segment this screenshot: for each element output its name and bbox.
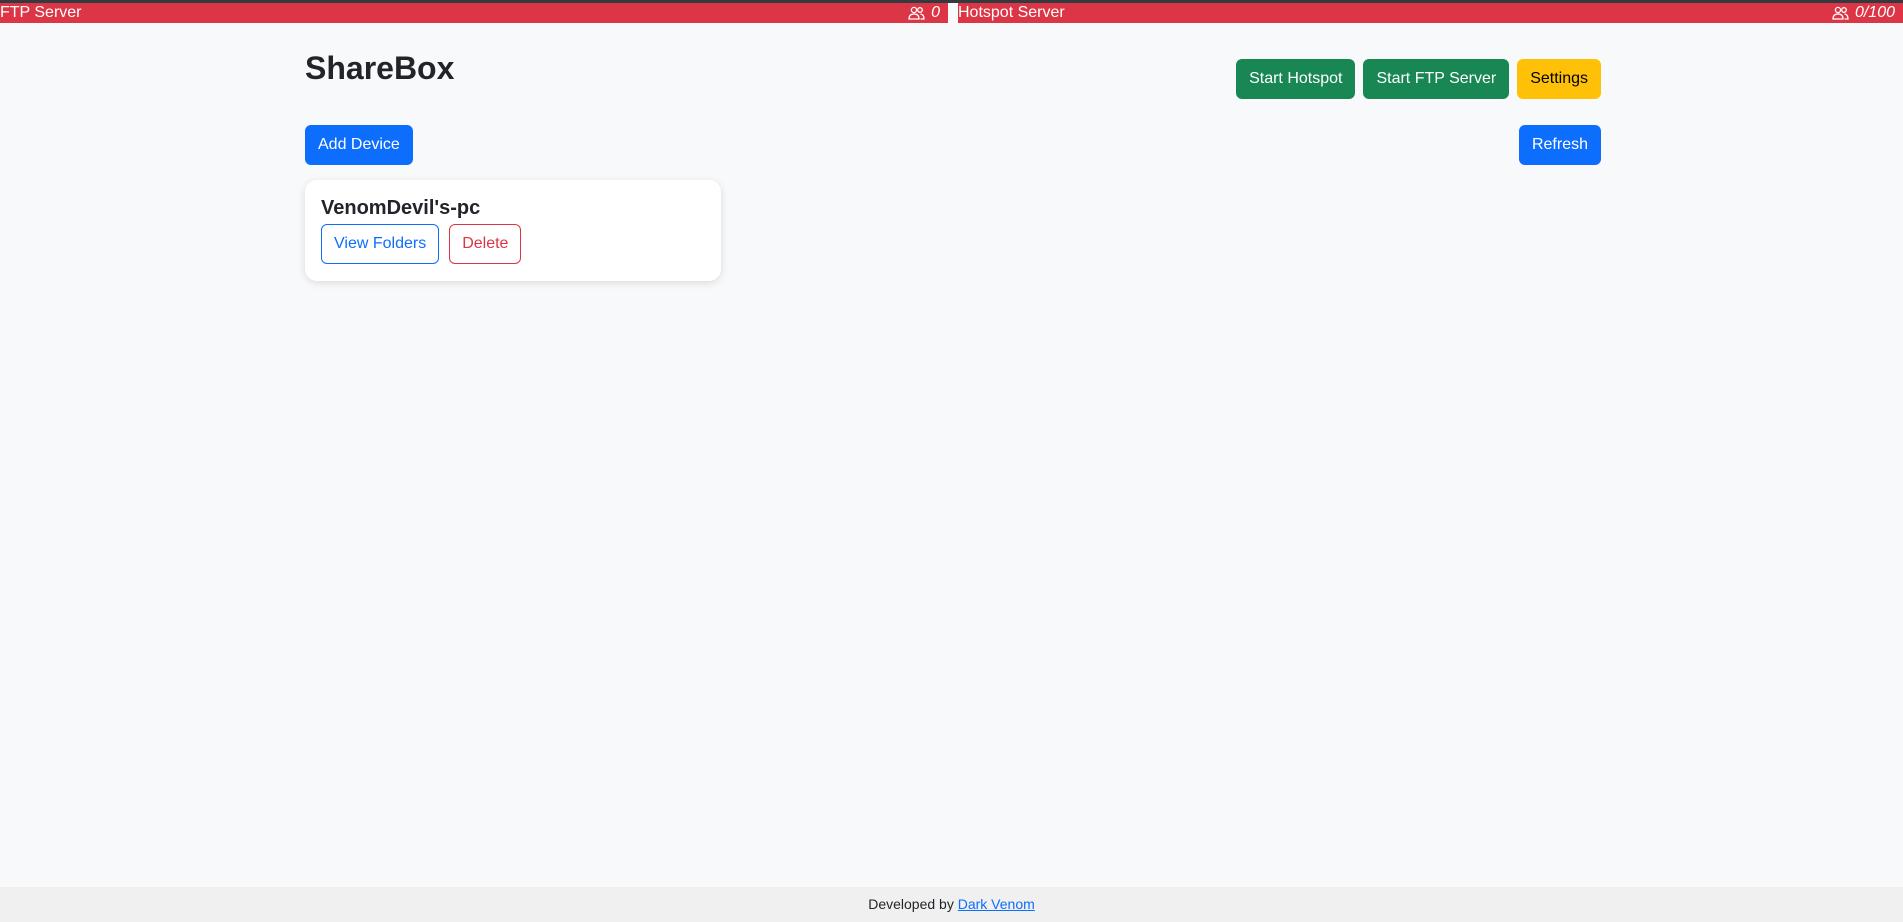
start-hotspot-button[interactable]: Start Hotspot	[1236, 59, 1356, 99]
device-actions: View Folders Delete	[321, 224, 705, 264]
view-folders-button[interactable]: View Folders	[321, 224, 440, 264]
header-actions: Start Hotspot Start FTP Server Settings	[1236, 59, 1601, 99]
device-name: VenomDevil's-pc	[321, 197, 481, 219]
refresh-button[interactable]: Refresh	[1518, 125, 1601, 165]
users-icon	[1832, 6, 1849, 20]
author-link[interactable]: Dark Venom	[958, 896, 1035, 912]
hotspot-status-label: Hotspot Server	[958, 4, 1065, 21]
settings-button[interactable]: Settings	[1517, 59, 1601, 99]
hotspot-status-bar: Hotspot Server 0/100	[958, 3, 1903, 23]
page-title: ShareBox	[305, 50, 455, 86]
start-ftp-server-button[interactable]: Start FTP Server	[1363, 59, 1510, 99]
device-card: VenomDevil's-pc View Folders Delete	[305, 180, 721, 281]
footer: Developed by Dark Venom	[0, 887, 1903, 922]
footer-credit-prefix: Developed by	[868, 896, 958, 912]
delete-device-button[interactable]: Delete	[449, 224, 522, 264]
users-icon	[908, 6, 925, 20]
status-row: FTP Server 0 Hotspot Server 0/100	[0, 0, 1903, 23]
ftp-count-value: 0	[931, 4, 940, 21]
ftp-client-count: 0	[908, 3, 940, 23]
ftp-status-bar: FTP Server 0	[0, 3, 948, 23]
hotspot-client-count: 0/100	[1832, 3, 1895, 23]
ftp-status-label: FTP Server	[0, 4, 82, 21]
add-device-button[interactable]: Add Device	[305, 125, 413, 165]
hotspot-count-value: 0/100	[1854, 4, 1895, 21]
